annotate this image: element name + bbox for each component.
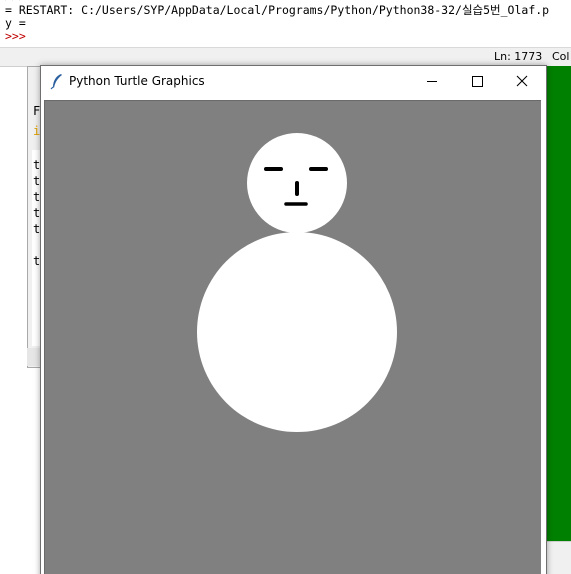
title-bar[interactable]: Python Turtle Graphics: [41, 66, 546, 97]
close-icon: [516, 75, 528, 87]
snowman-body: [197, 232, 397, 432]
shell-prompt: >>>: [5, 29, 26, 43]
status-line-number: Ln: 1773: [494, 50, 543, 63]
turtle-canvas[interactable]: [44, 100, 541, 574]
close-button[interactable]: [500, 66, 545, 96]
restart-line: = RESTART: C:/Users/SYP/AppData/Local/Pr…: [5, 3, 550, 17]
idle-shell-output[interactable]: >>> = RESTART: C:/Users/SYP/AppData/Loca…: [0, 0, 571, 50]
maximize-icon: [472, 76, 483, 87]
status-column: Col: [552, 50, 570, 63]
minimize-button[interactable]: [410, 66, 455, 96]
turtle-graphics-window[interactable]: Python Turtle Graphics: [40, 65, 547, 574]
idle-status-bar: Ln: 1773 Col: [0, 47, 571, 67]
maximize-button[interactable]: [455, 66, 500, 96]
desktop: >>> = RESTART: C:/Users/SYP/AppData/Loca…: [0, 0, 571, 574]
snowman-drawing: [45, 101, 541, 574]
feather-icon: [50, 73, 64, 90]
window-title: Python Turtle Graphics: [69, 74, 205, 88]
minimize-icon: [427, 81, 437, 82]
background-window-edge: [545, 541, 571, 574]
